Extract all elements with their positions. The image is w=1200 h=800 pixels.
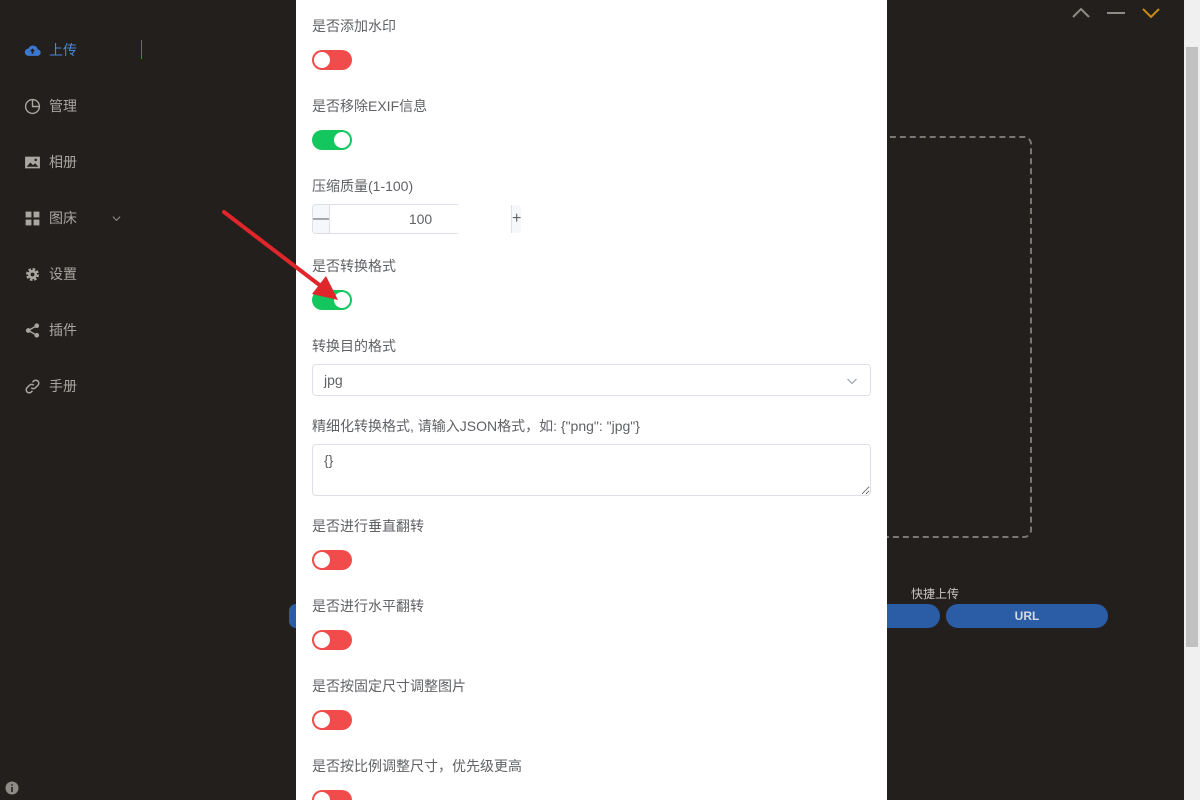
fixed-resize-label: 是否按固定尺寸调整图片 — [312, 678, 466, 694]
chevron-up-icon[interactable] — [1070, 4, 1092, 22]
quality-stepper: — + — [312, 204, 522, 234]
select-value: jpg — [324, 372, 343, 388]
sidebar-item-label: 上传 — [49, 42, 77, 58]
quick-upload-label: 快捷上传 — [911, 587, 960, 601]
remove-exif-toggle[interactable] — [312, 130, 352, 150]
image-process-dialog: 是否添加水印 是否移除EXIF信息 压缩质量(1-100) — + 是否转换格式… — [296, 0, 887, 800]
sidebar-item-settings[interactable]: 设置 — [24, 262, 77, 286]
clipboard-upload-button[interactable] — [880, 604, 940, 628]
toggle-knob — [314, 792, 330, 800]
quality-label: 压缩质量(1-100) — [312, 178, 414, 194]
remove-exif-label: 是否移除EXIF信息 — [312, 98, 428, 114]
sidebar-item-label: 管理 — [49, 98, 77, 114]
convert-format-label: 是否转换格式 — [312, 258, 396, 274]
sidebar-item-label: 图床 — [49, 210, 77, 226]
picture-icon — [25, 156, 40, 168]
url-upload-button[interactable]: URL — [946, 604, 1108, 628]
sidebar-item-label: 设置 — [49, 266, 77, 282]
scrollbar-thumb[interactable] — [1186, 47, 1198, 647]
horizontal-flip-label: 是否进行水平翻转 — [312, 598, 424, 614]
sidebar-item-label: 相册 — [49, 154, 77, 170]
watermark-label: 是否添加水印 — [312, 18, 396, 34]
sidebar-item-picbed[interactable]: 图床 — [24, 206, 122, 230]
toggle-knob — [334, 132, 350, 148]
decrease-button[interactable]: — — [313, 205, 330, 233]
gear-icon — [26, 267, 39, 281]
fixed-resize-toggle[interactable] — [312, 710, 352, 730]
pie-chart-icon — [24, 98, 41, 114]
cloud-upload-icon — [24, 45, 41, 56]
horizontal-flip-toggle[interactable] — [312, 630, 352, 650]
toggle-knob — [334, 292, 350, 308]
watermark-toggle[interactable] — [312, 50, 352, 70]
link-icon — [25, 378, 40, 394]
convert-format-toggle[interactable] — [312, 290, 352, 310]
format-mapping-textarea[interactable]: {} — [312, 444, 871, 496]
increase-button[interactable]: + — [511, 205, 522, 233]
sidebar-item-label: 手册 — [49, 378, 77, 394]
active-indicator — [141, 40, 142, 59]
toggle-knob — [314, 632, 330, 648]
sidebar: 上传 管理 相册 图床 设置 插件 手册 — [0, 0, 150, 800]
share-icon — [25, 322, 40, 338]
chevron-down-icon — [112, 215, 121, 221]
format-mapping-label: 精细化转换格式, 请输入JSON格式，如: {"png": "jpg"} — [312, 418, 640, 434]
toggle-knob — [314, 52, 330, 68]
grid-icon — [25, 211, 40, 225]
toggle-knob — [314, 712, 330, 728]
sidebar-item-label: 插件 — [49, 322, 77, 338]
toggle-knob — [314, 552, 330, 568]
chevron-down-icon — [847, 378, 857, 385]
sidebar-item-album[interactable]: 相册 — [24, 150, 77, 174]
chevron-down-icon[interactable] — [1140, 4, 1162, 22]
quality-input[interactable] — [330, 205, 511, 233]
target-format-label: 转换目的格式 — [312, 338, 396, 354]
ratio-resize-label: 是否按比例调整尺寸，优先级更高 — [312, 758, 522, 774]
sidebar-item-upload[interactable]: 上传 — [24, 38, 77, 62]
vertical-flip-label: 是否进行垂直翻转 — [312, 518, 424, 534]
sidebar-item-manage[interactable]: 管理 — [24, 94, 77, 118]
ratio-resize-toggle[interactable] — [312, 790, 352, 800]
info-icon[interactable] — [5, 781, 19, 795]
minimize-icon[interactable] — [1105, 4, 1127, 22]
target-format-select[interactable]: jpg — [312, 364, 871, 396]
sidebar-item-manual[interactable]: 手册 — [24, 374, 77, 398]
sidebar-item-plugins[interactable]: 插件 — [24, 318, 77, 342]
vertical-flip-toggle[interactable] — [312, 550, 352, 570]
